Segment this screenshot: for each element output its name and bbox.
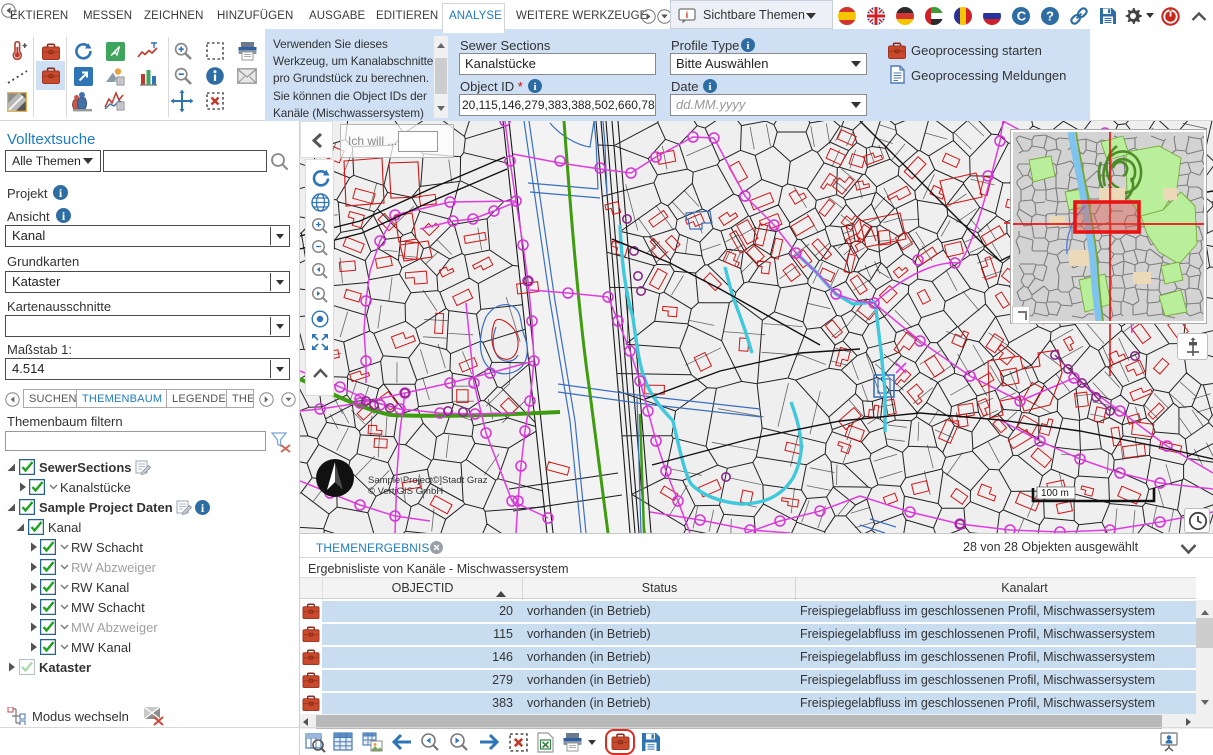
svg-text:i: i — [708, 81, 711, 93]
svg-text:© VertiGIS GmbH: © VertiGIS GmbH — [368, 486, 443, 497]
svg-text:?: ? — [1046, 9, 1054, 24]
svg-text:i: i — [686, 10, 689, 21]
svg-text:i: i — [533, 81, 536, 93]
svg-text:C: C — [1017, 9, 1027, 24]
svg-text:Sample Project©]Stadt Graz: Sample Project©]Stadt Graz — [368, 475, 488, 486]
svg-text:100 m: 100 m — [1041, 488, 1069, 499]
svg-text:i: i — [746, 40, 749, 52]
